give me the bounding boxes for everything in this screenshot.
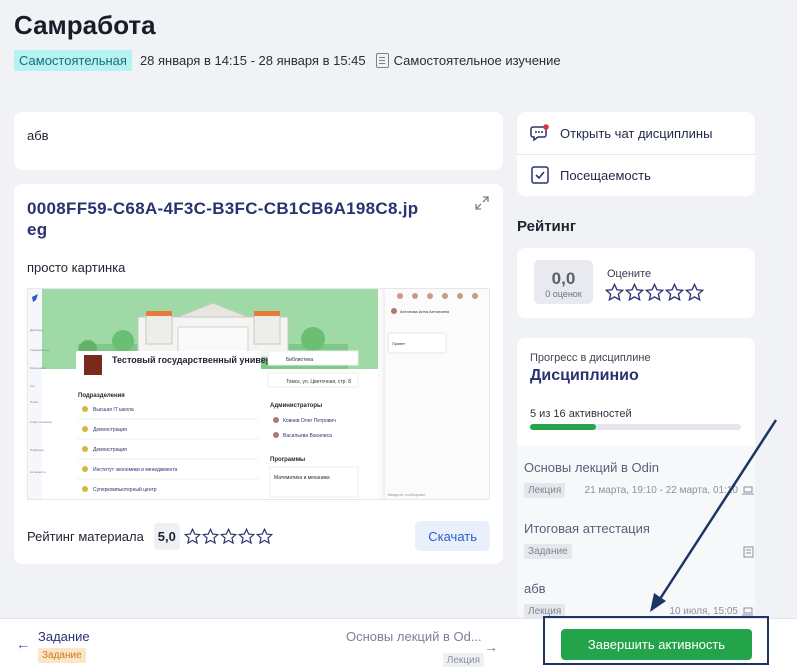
activity-name: Основы лекций в Odin xyxy=(524,460,659,475)
svg-text:Антонова Анна Антоновна: Антонова Анна Антоновна xyxy=(400,309,450,314)
activity-meta: Самостоятельная 28 января в 14:15 - 28 я… xyxy=(14,49,561,71)
progress-label: Прогресс в дисциплине xyxy=(530,352,651,364)
svg-text:Демонстрация: Демонстрация xyxy=(93,427,127,433)
star-icon[interactable] xyxy=(237,527,255,545)
page-title: Самработа xyxy=(14,10,156,40)
svg-text:Ковнев Олег Петрович: Ковнев Олег Петрович xyxy=(283,418,336,424)
description-card: абв xyxy=(14,112,503,170)
rating-count: 0 оценок xyxy=(545,289,582,299)
svg-text:Привет: Привет xyxy=(392,341,406,346)
svg-text:Высшая IT школа: Высшая IT школа xyxy=(93,407,134,413)
rating-card: 0,0 0 оценок Оцените xyxy=(517,248,755,318)
progress-bar xyxy=(530,424,741,430)
rate-label: Оцените xyxy=(607,268,652,280)
rate-stars[interactable] xyxy=(605,283,705,302)
image-preview[interactable]: Тестовый государственный университет Биб… xyxy=(27,288,490,500)
svg-text:Подразделения: Подразделения xyxy=(78,393,125,399)
previous-activity-title: Задание xyxy=(38,629,90,644)
attendance-button[interactable]: Посещаемость xyxy=(517,154,755,196)
star-icon[interactable] xyxy=(625,283,644,302)
document-icon xyxy=(743,546,754,557)
download-button[interactable]: Скачать xyxy=(415,521,490,551)
star-icon[interactable] xyxy=(665,283,684,302)
activity-date: 21 марта, 19:10 - 22 марта, 01:10 xyxy=(584,485,738,496)
svg-text:Томск, ул. Цветочная, стр. 8: Томск, ул. Цветочная, стр. 8 xyxy=(286,379,351,385)
chat-icon xyxy=(530,124,549,142)
svg-text:Институт экономики и менеджмен: Институт экономики и менеджмента xyxy=(93,467,177,473)
list-item[interactable]: абв Лекция 10 июля, 15:05 xyxy=(524,581,754,618)
svg-text:Чат: Чат xyxy=(30,384,36,388)
discipline-title[interactable]: Дисциплинио xyxy=(530,367,639,385)
zigzag-divider xyxy=(517,434,755,442)
type-badge: Самостоятельная xyxy=(14,49,132,71)
finish-activity-button[interactable]: Завершить активность xyxy=(561,629,752,660)
attendance-label: Посещаемость xyxy=(560,167,651,183)
star-icon[interactable] xyxy=(219,527,237,545)
file-caption: просто картинка xyxy=(27,260,126,275)
svg-text:Активность: Активность xyxy=(30,470,46,474)
open-chat-label: Открыть чат дисциплины xyxy=(560,125,713,141)
checkbox-icon xyxy=(531,166,549,184)
rating-heading: Рейтинг xyxy=(517,218,577,235)
laptop-icon xyxy=(742,486,754,495)
svg-text:Библиотека: Библиотека xyxy=(286,357,313,363)
rating-score-box: 0,0 0 оценок xyxy=(534,260,593,304)
actions-card: Открыть чат дисциплины Посещаемость xyxy=(517,112,755,196)
next-activity-tag: Лекция xyxy=(442,653,484,667)
expand-icon[interactable] xyxy=(475,196,489,210)
next-activity-title: Основы лекций в Od... xyxy=(346,629,482,644)
finish-highlight-frame: Завершить активность xyxy=(543,616,769,665)
activity-list: Основы лекций в Odin Лекция 21 марта, 19… xyxy=(517,446,755,618)
svg-text:Программы: Программы xyxy=(270,457,305,463)
activity-tag: Лекция xyxy=(524,483,566,498)
progress-count: 5 из 16 активностей xyxy=(530,408,632,420)
previous-activity-tag: Задание xyxy=(38,648,86,663)
svg-text:Материалы: Материалы xyxy=(30,366,46,370)
previous-activity-link[interactable]: ← Задание Задание xyxy=(16,629,90,663)
star-icon[interactable] xyxy=(645,283,664,302)
star-icon[interactable] xyxy=(685,283,704,302)
progress-bar-fill xyxy=(530,424,596,430)
svg-text:Демонстрация: Демонстрация xyxy=(93,447,127,453)
arrow-right-icon: → xyxy=(484,639,498,655)
list-item[interactable]: Основы лекций в Odin Лекция 21 марта, 19… xyxy=(524,460,754,498)
svg-text:Класс Семинар: Класс Семинар xyxy=(30,420,52,424)
material-stars[interactable] xyxy=(183,527,274,545)
preview-illustration: Тестовый государственный университет Биб… xyxy=(28,289,489,499)
next-activity-link[interactable]: Основы лекций в Od... Лекция → xyxy=(346,629,498,667)
book-icon xyxy=(375,52,389,68)
material-rating-value: 5,0 xyxy=(153,522,180,550)
file-title[interactable]: 0008FF59-C68A-4F3C-B3FC-CB1CB6A198C8.jpe… xyxy=(27,198,427,240)
svg-text:Университеты: Университеты xyxy=(30,348,50,352)
list-item[interactable]: Итоговая аттестация Задание xyxy=(524,521,754,559)
arrow-left-icon: ← xyxy=(16,636,30,652)
svg-text:Математика и механика: Математика и механика xyxy=(274,475,330,481)
star-icon[interactable] xyxy=(183,527,201,545)
svg-text:Администраторы: Администраторы xyxy=(270,403,322,409)
activity-mode: Самостоятельное изучение xyxy=(393,52,561,68)
svg-text:Подборки: Подборки xyxy=(30,448,44,452)
activity-tag: Задание xyxy=(524,544,572,559)
svg-text:Суперкомпьютерный центр: Суперкомпьютерный центр xyxy=(93,486,157,493)
star-icon[interactable] xyxy=(255,527,273,545)
material-card: 0008FF59-C68A-4F3C-B3FC-CB1CB6A198C8.jpe… xyxy=(14,184,503,564)
activity-name: абв xyxy=(524,581,546,596)
laptop-icon xyxy=(742,607,754,616)
open-chat-button[interactable]: Открыть чат дисциплины xyxy=(517,112,755,154)
rating-score: 0,0 xyxy=(551,269,576,288)
svg-text:Поиск: Поиск xyxy=(30,400,39,404)
star-icon[interactable] xyxy=(605,283,624,302)
description-text: абв xyxy=(27,128,49,143)
svg-text:Васильева Василиса: Васильева Василиса xyxy=(283,433,332,439)
material-rating: Рейтинг материала 5,0 Скачать xyxy=(27,521,490,551)
activity-dates: 28 января в 14:15 - 28 января в 15:45 xyxy=(139,52,366,68)
svg-text:Введите сообщение: Введите сообщение xyxy=(388,492,426,497)
svg-text:Дашборд: Дашборд xyxy=(30,328,43,332)
progress-card: Прогресс в дисциплине Дисциплинио 5 из 1… xyxy=(517,338,755,618)
material-rating-label: Рейтинг материала xyxy=(27,528,144,544)
activity-name: Итоговая аттестация xyxy=(524,521,650,536)
star-icon[interactable] xyxy=(201,527,219,545)
